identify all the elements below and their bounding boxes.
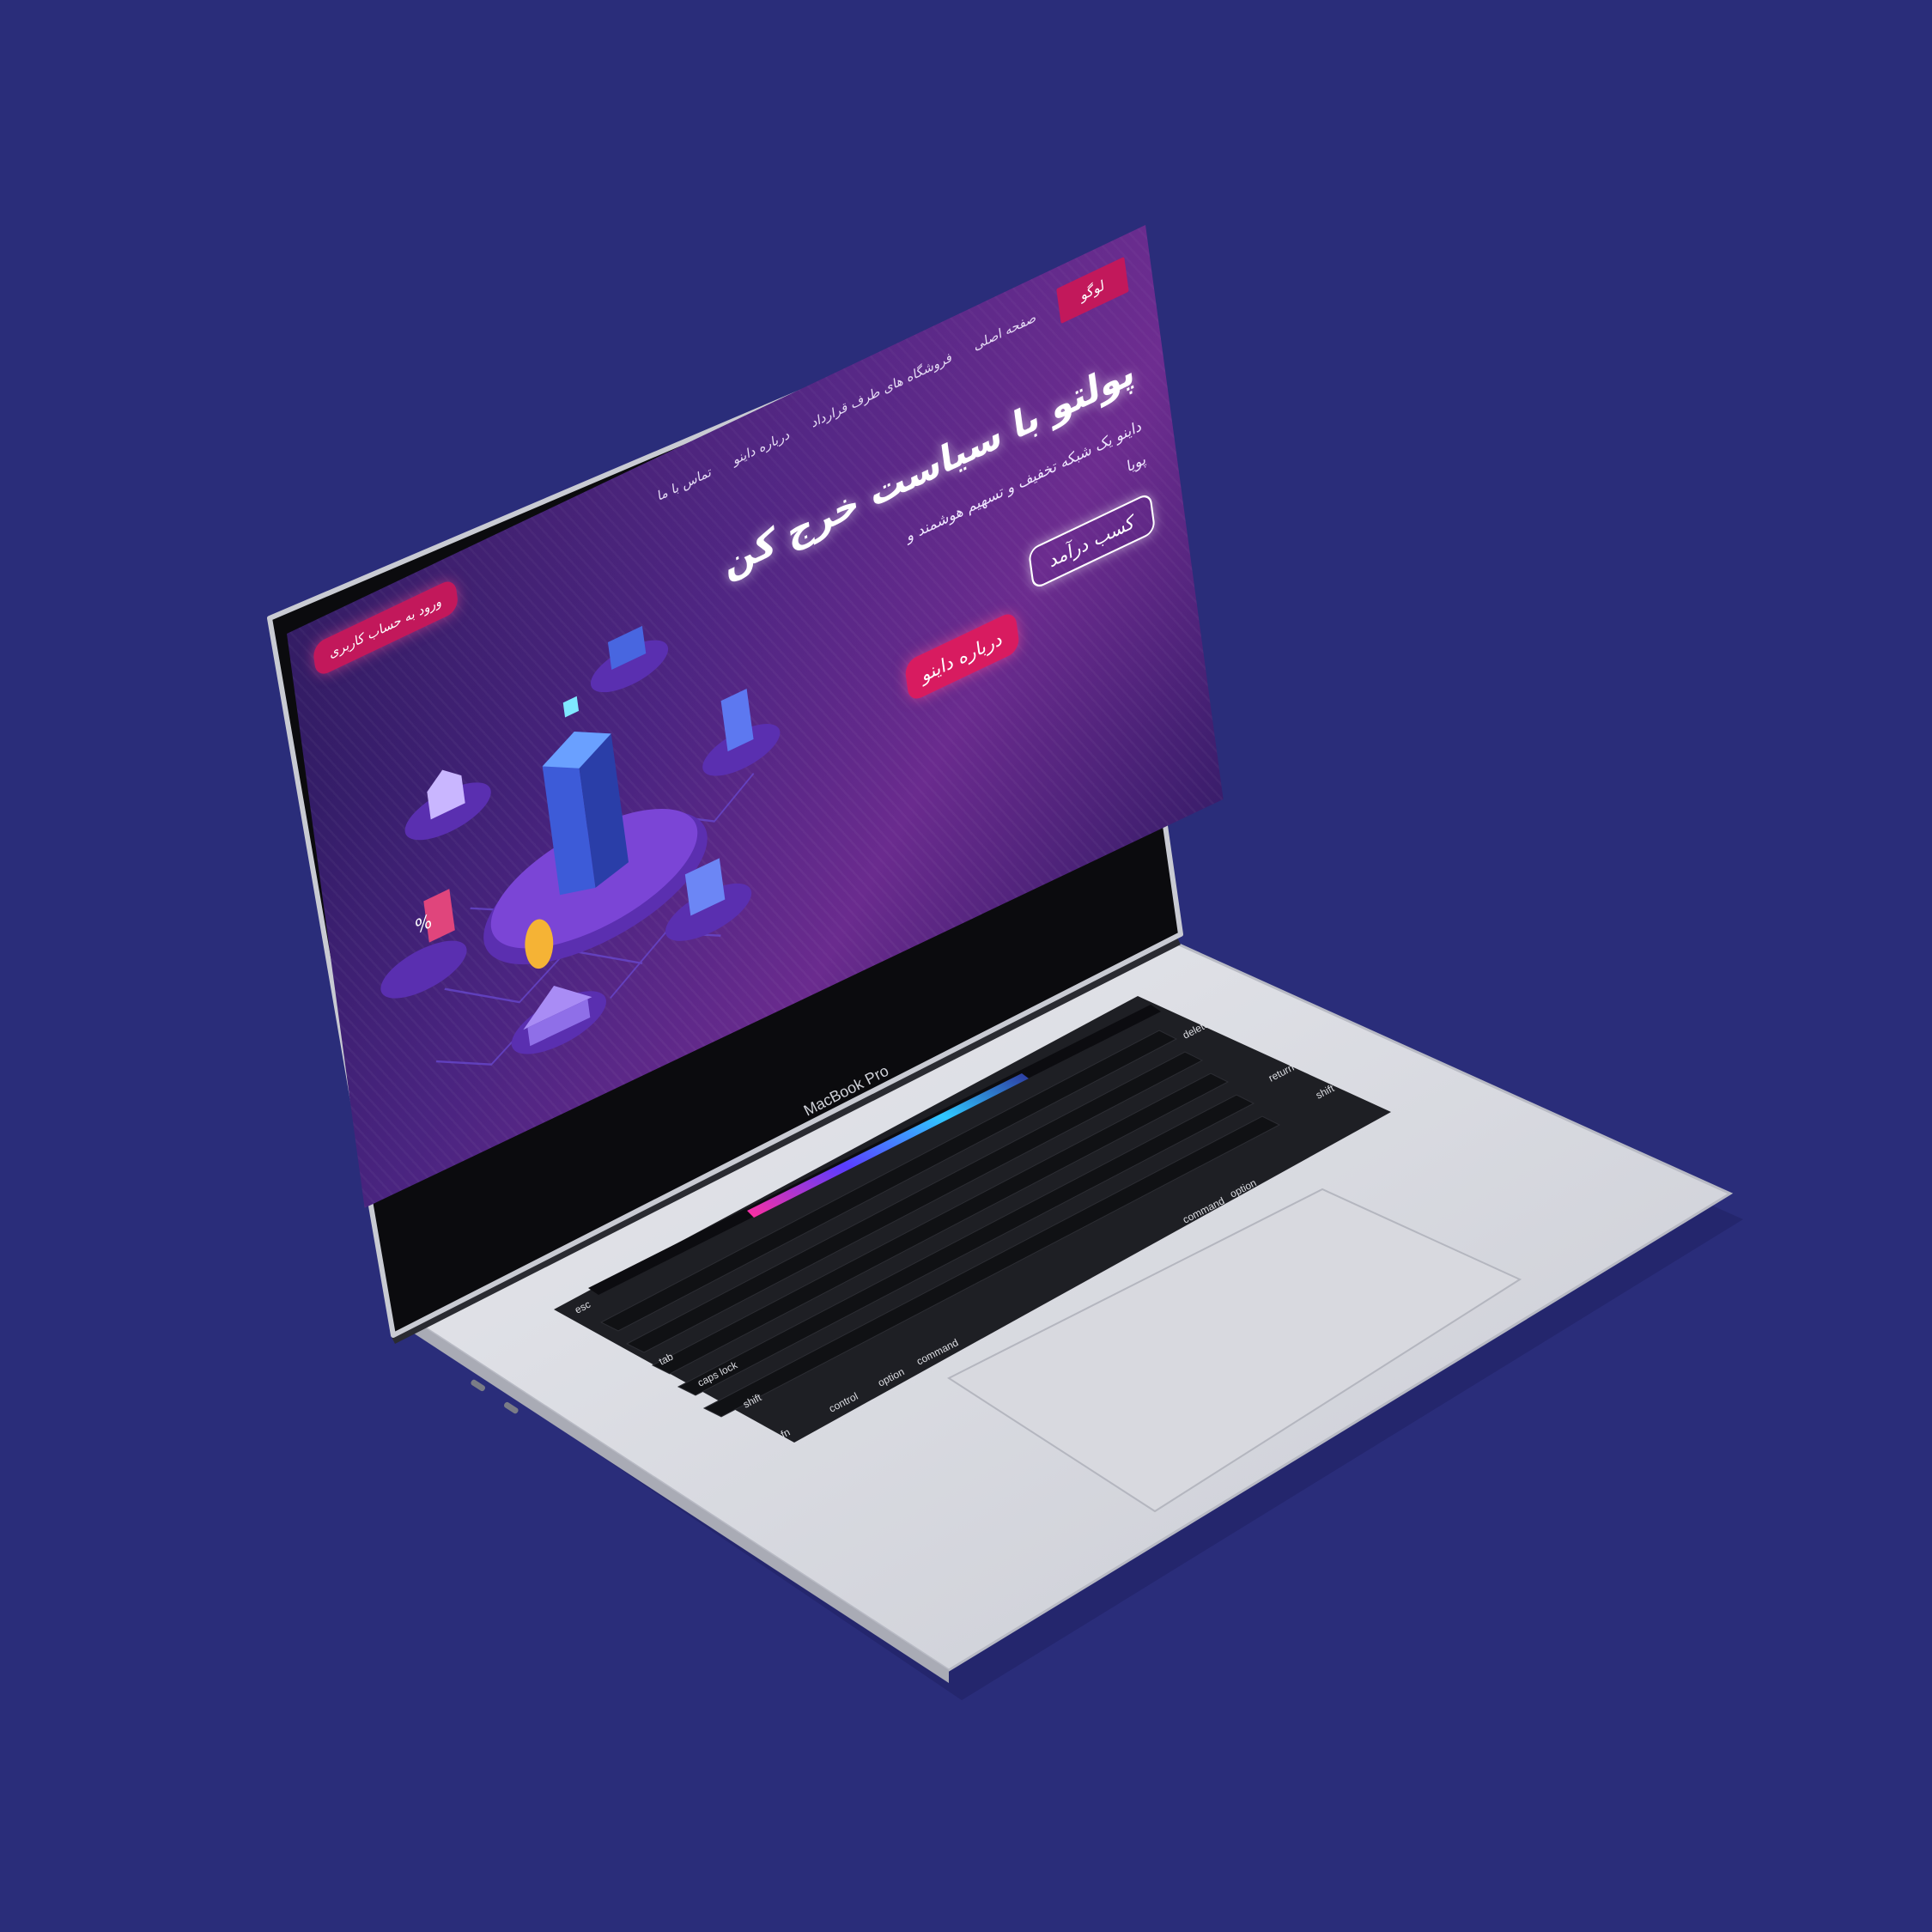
satellite-platform-bank xyxy=(511,986,606,1054)
satellite-platform-tower xyxy=(702,688,781,776)
usb-c-port xyxy=(503,1401,519,1414)
usb-c-port xyxy=(471,1379,486,1392)
glowing-cube xyxy=(562,696,580,718)
scene: MacBook Pro esc delete return shift tab … xyxy=(0,0,1932,1932)
laptop-illustration: MacBook Pro esc delete return shift tab … xyxy=(267,268,1743,1700)
satellite-platform-servers xyxy=(590,625,669,693)
satellite-platform-house xyxy=(404,769,491,841)
center-platform xyxy=(483,696,708,965)
